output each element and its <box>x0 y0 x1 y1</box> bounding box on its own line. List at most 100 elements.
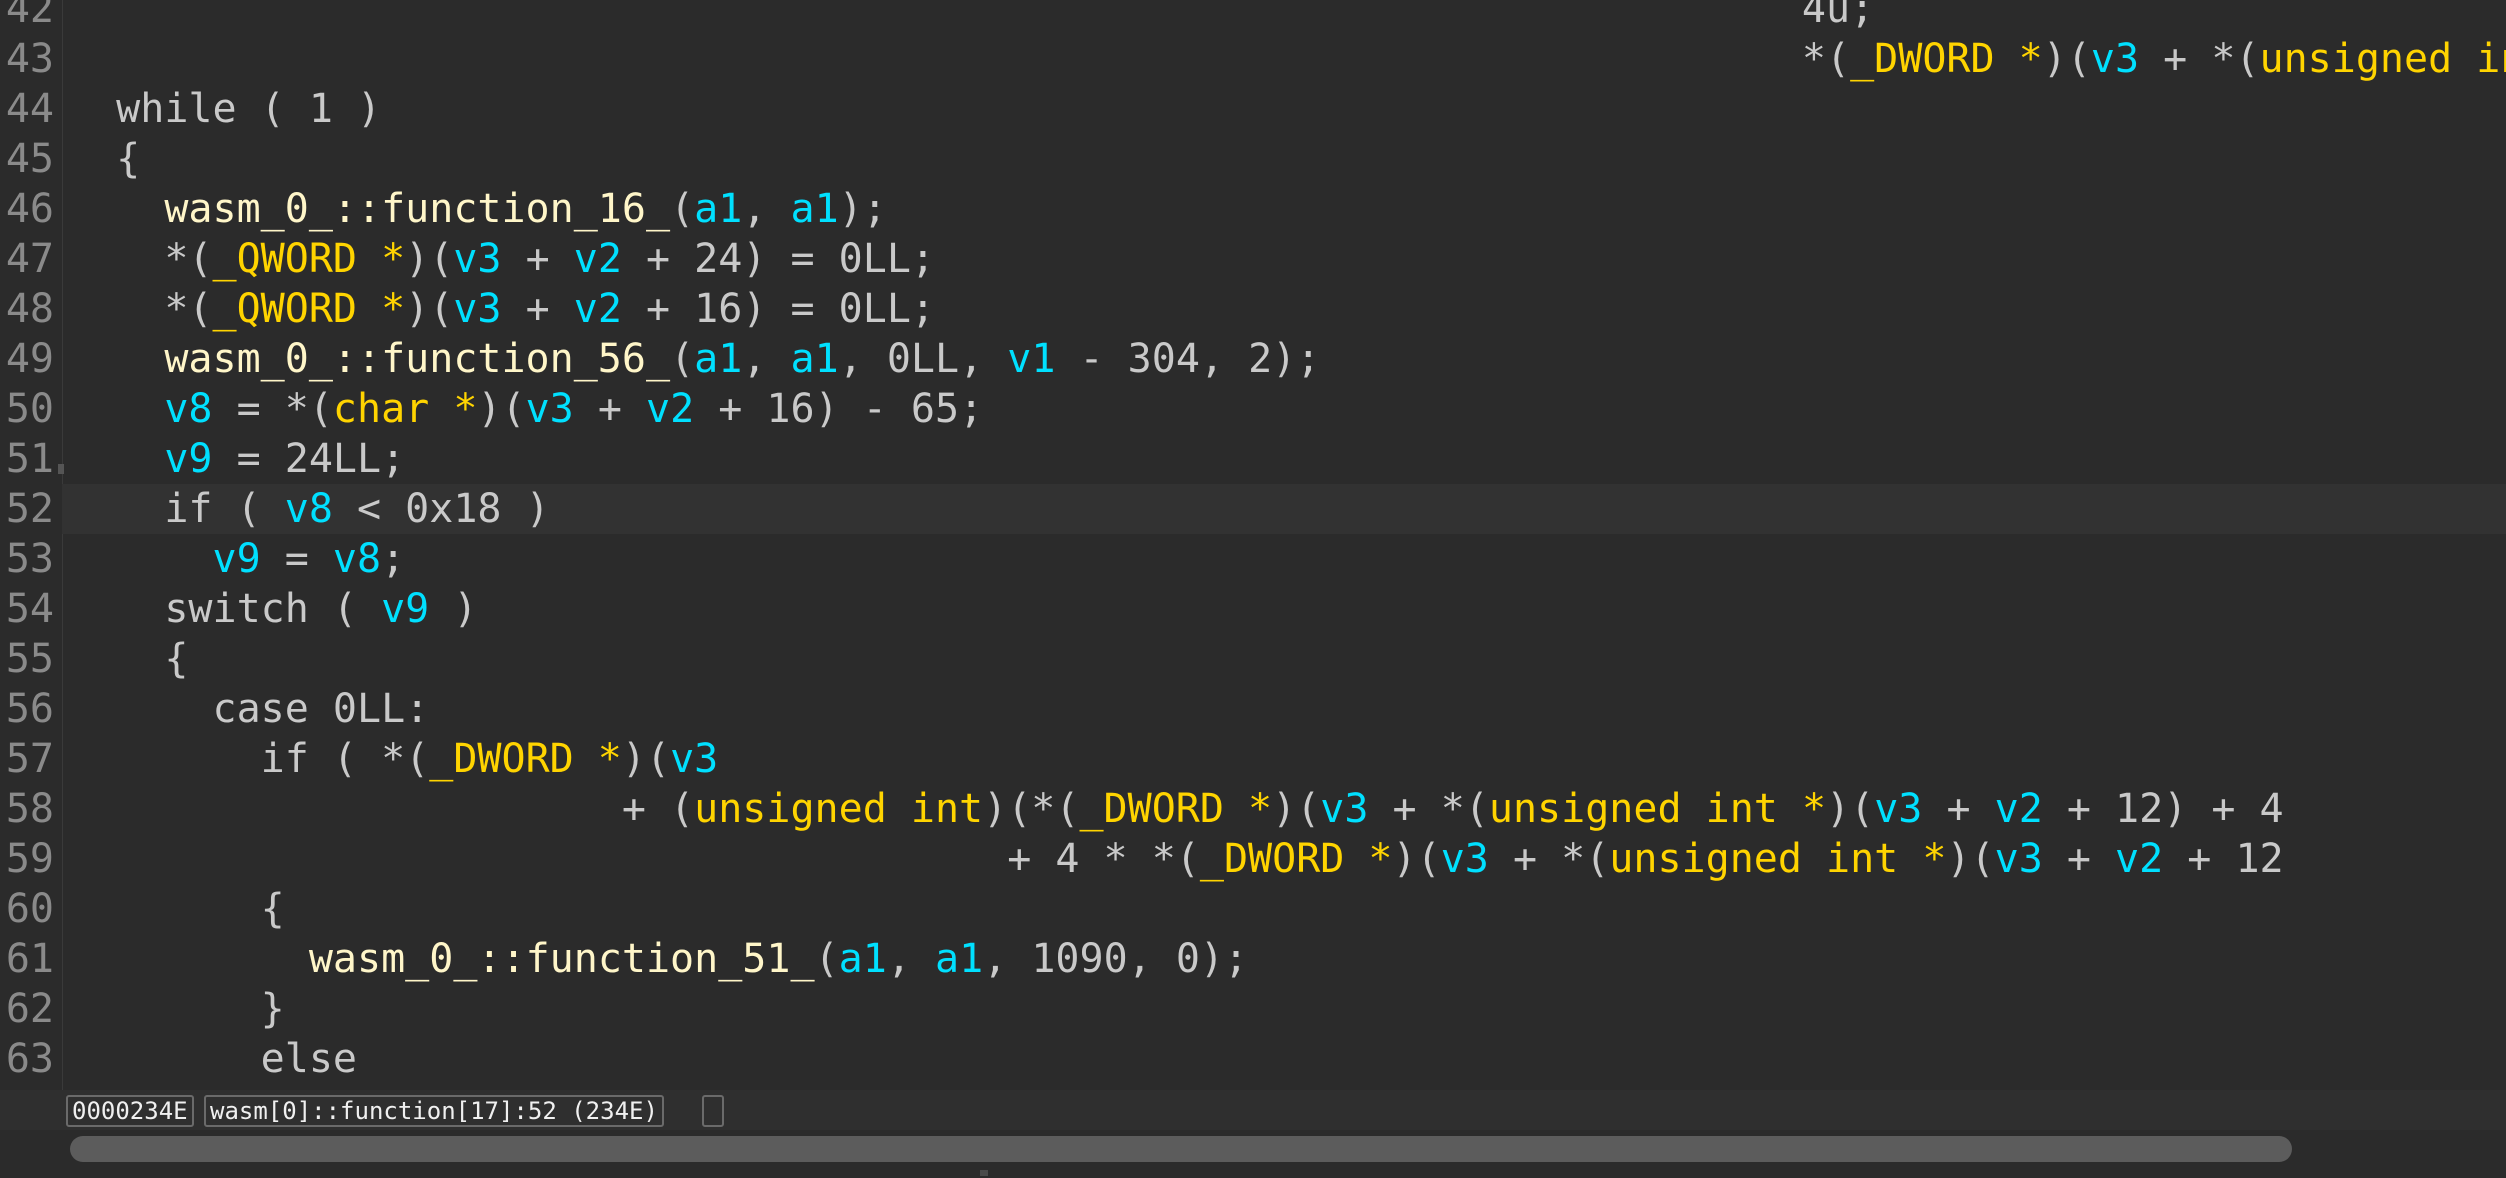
code-token: < 0x18 ) <box>332 486 550 532</box>
code-token: a1 <box>790 336 839 382</box>
code-text[interactable]: *(_QWORD *)(v3 + v2 + 16) = 0LL; <box>68 284 935 334</box>
code-line[interactable]: 59 + 4 * *(_DWORD *)(v3 + *(unsigned int… <box>0 834 2506 884</box>
code-token: a1 <box>790 186 839 232</box>
code-text[interactable]: *(_DWORD *)(v3 + *(unsigned int *)(v3 + … <box>68 34 2506 84</box>
code-token: + <box>1922 786 1995 832</box>
code-token: )( <box>477 386 526 432</box>
code-token: + 4 * *( <box>68 836 1200 882</box>
code-token: )( <box>1826 786 1875 832</box>
status-empty-field[interactable] <box>702 1095 724 1127</box>
line-number: 48 <box>5 286 54 332</box>
code-token: v3 <box>1994 836 2043 882</box>
code-text[interactable]: if ( v8 < 0x18 ) <box>68 484 550 534</box>
code-text[interactable]: 4u; <box>68 0 1874 34</box>
code-text[interactable]: *(_QWORD *)(v3 + v2 + 24) = 0LL; <box>68 234 935 284</box>
code-token: while ( 1 ) <box>68 86 382 132</box>
code-line[interactable]: 61 wasm_0_::function_51_(a1, a1, 1090, 0… <box>0 934 2506 984</box>
code-line[interactable]: 47 *(_QWORD *)(v3 + v2 + 24) = 0LL; <box>0 234 2506 284</box>
code-text[interactable]: switch ( v9 ) <box>68 584 477 634</box>
code-line[interactable]: 57 if ( *(_DWORD *)(v3 <box>0 734 2506 784</box>
code-line[interactable]: 52 if ( v8 < 0x18 ) <box>0 484 2506 534</box>
code-token: *( <box>68 286 213 332</box>
line-number: 57 <box>5 736 54 782</box>
code-token: v8 <box>164 386 213 432</box>
horizontal-scrollbar[interactable] <box>0 1130 2506 1178</box>
code-token: v9 <box>212 536 261 582</box>
code-line[interactable]: 58 + (unsigned int)(*(_DWORD *)(v3 + *(u… <box>0 784 2506 834</box>
code-token: wasm_0_::function_56_ <box>164 336 671 382</box>
code-token: v2 <box>573 286 622 332</box>
code-token: unsigned int <box>694 786 984 832</box>
code-token: = 24LL; <box>212 436 406 482</box>
code-line[interactable]: 45 { <box>0 134 2506 184</box>
code-line[interactable]: 56 case 0LL: <box>0 684 2506 734</box>
code-line[interactable]: 42 4u; <box>0 0 2506 34</box>
code-line[interactable]: 44 while ( 1 ) <box>0 84 2506 134</box>
code-text[interactable]: wasm_0_::function_51_(a1, a1, 1090, 0); <box>68 934 1248 984</box>
code-text[interactable]: case 0LL: <box>68 684 429 734</box>
code-text[interactable]: { <box>68 634 188 684</box>
code-text[interactable]: v8 = *(char *)(v3 + v2 + 16) - 65; <box>68 384 983 434</box>
status-address[interactable]: 0000234E <box>66 1095 194 1127</box>
code-token: ( <box>814 936 839 982</box>
code-token: v8 <box>284 486 333 532</box>
code-text[interactable]: v9 = v8; <box>68 534 406 584</box>
code-line[interactable]: 55 { <box>0 634 2506 684</box>
code-text[interactable]: + 4 * *(_DWORD *)(v3 + *(unsigned int *)… <box>68 834 2283 884</box>
code-line[interactable]: 63 else <box>0 1034 2506 1084</box>
code-text[interactable]: while ( 1 ) <box>68 84 381 134</box>
code-text[interactable]: } <box>68 984 285 1034</box>
scrollbar-thumb[interactable] <box>70 1136 2292 1162</box>
code-text[interactable]: wasm_0_::function_16_(a1, a1); <box>68 184 887 234</box>
code-line[interactable]: 51 v9 = 24LL; <box>0 434 2506 484</box>
code-token: case 0LL: <box>68 686 430 732</box>
code-token: + 24) = 0LL; <box>621 236 935 282</box>
code-text[interactable]: { <box>68 134 140 184</box>
code-token: + <box>573 386 647 432</box>
code-token: unsigned int * <box>1488 786 1827 832</box>
code-token: v3 <box>453 236 502 282</box>
code-token: ( <box>670 186 695 232</box>
code-text[interactable]: + (unsigned int)(*(_DWORD *)(v3 + *(unsi… <box>68 784 2284 834</box>
code-token: v9 <box>164 436 213 482</box>
code-token: if ( <box>68 486 285 532</box>
line-number: 50 <box>5 386 54 432</box>
code-text[interactable]: { <box>68 884 285 934</box>
code-text[interactable]: wasm_0_::function_56_(a1, a1, 0LL, v1 - … <box>68 334 1320 384</box>
code-token: , 0LL, <box>838 336 1008 382</box>
code-line[interactable]: 53 v9 = v8; <box>0 534 2506 584</box>
code-line[interactable]: 60 { <box>0 884 2506 934</box>
code-line[interactable]: 49 wasm_0_::function_56_(a1, a1, 0LL, v1… <box>0 334 2506 384</box>
line-number: 63 <box>5 1036 54 1082</box>
code-token: ) <box>429 586 478 632</box>
code-token: _DWORD * <box>1079 786 1273 832</box>
code-token: )( <box>1392 836 1441 882</box>
code-text[interactable]: if ( *(_DWORD *)(v3 <box>68 734 719 784</box>
code-text[interactable]: v9 = 24LL; <box>68 434 405 484</box>
code-token: , <box>742 336 791 382</box>
line-number: 61 <box>5 936 54 982</box>
code-line[interactable]: 46 wasm_0_::function_16_(a1, a1); <box>0 184 2506 234</box>
code-line[interactable]: 62 } <box>0 984 2506 1034</box>
status-function-location[interactable]: wasm[0]::function[17]:52 (234E) <box>204 1095 664 1127</box>
code-token: + 16) - 65; <box>694 386 984 432</box>
code-token: + <box>2042 836 2116 882</box>
pseudocode-editor[interactable]: 42 4u;43 *(_DWORD *)(v3 + *(unsigned int… <box>0 0 2506 1090</box>
line-number: 44 <box>5 86 54 132</box>
code-token: , <box>742 186 791 232</box>
code-line[interactable]: 43 *(_DWORD *)(v3 + *(unsigned int *)(v3… <box>0 34 2506 84</box>
code-line[interactable]: 54 switch ( v9 ) <box>0 584 2506 634</box>
line-number: 60 <box>5 886 54 932</box>
code-token: unsigned int * <box>1609 836 1947 882</box>
code-token: a1 <box>694 186 743 232</box>
code-token: wasm_0_::function_51_ <box>308 936 815 982</box>
code-line[interactable]: 50 v8 = *(char *)(v3 + v2 + 16) - 65; <box>0 384 2506 434</box>
code-line[interactable]: 48 *(_QWORD *)(v3 + v2 + 16) = 0LL; <box>0 284 2506 334</box>
code-text[interactable]: else <box>68 1034 357 1084</box>
code-token: + <box>501 236 574 282</box>
code-token: + *( <box>1488 836 1610 882</box>
